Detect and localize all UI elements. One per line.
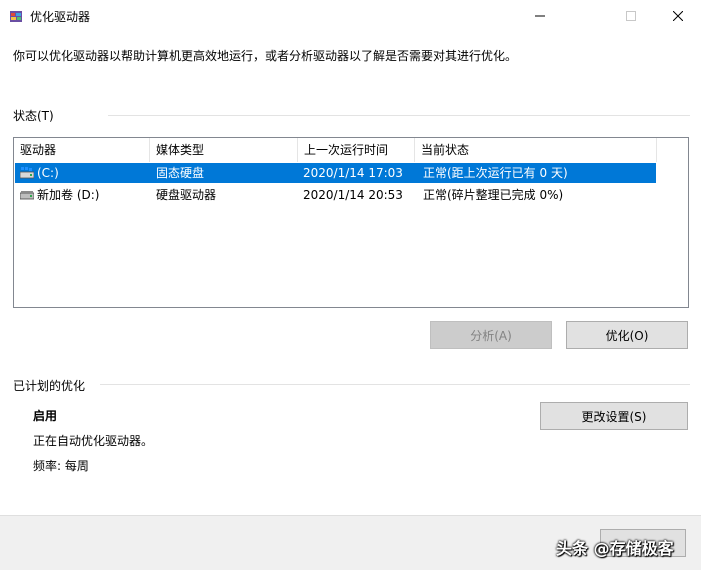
maximize-icon [626,10,636,21]
status-section-label: 状态(T) [13,109,54,123]
last-run-time: 2020/1/14 20:53 [303,188,403,202]
drive-row-c[interactable]: (C:) 固态硬盘 2020/1/14 17:03 正常(距上次运行已有 0 天… [15,163,656,183]
drive-name: (C:) [37,166,59,180]
window-title: 优化驱动器 [30,10,91,24]
intro-text: 你可以优化驱动器以帮助计算机更高效地运行，或者分析驱动器以了解是否需要对其进行优… [13,49,518,63]
close-icon [673,10,683,21]
minimize-icon [535,15,545,16]
drive-row-d[interactable]: 新加卷 (D:) 硬盘驱动器 2020/1/14 20:53 正常(碎片整理已完… [15,185,656,205]
column-header-last-run[interactable]: 上一次运行时间 [298,138,415,162]
schedule-status: 启用 [33,409,58,423]
media-type: 硬盘驱动器 [156,188,217,202]
ssd-drive-icon [20,167,34,179]
column-header-media-type[interactable]: 媒体类型 [150,138,298,162]
change-settings-button[interactable]: 更改设置(S) [540,402,688,430]
drive-name: 新加卷 (D:) [37,188,100,202]
schedule-description: 正在自动优化驱动器。 [33,434,154,448]
defrag-app-icon [10,11,22,22]
schedule-separator [100,384,690,385]
minimize-button[interactable] [517,0,563,31]
drive-list[interactable]: 驱动器 媒体类型 上一次运行时间 当前状态 (C:) 固态硬盘 2020/1/1… [13,137,689,308]
current-status: 正常(距上次运行已有 0 天) [423,166,568,180]
media-type: 固态硬盘 [156,166,205,180]
analyze-button[interactable]: 分析(A) [430,321,552,349]
close-window-button[interactable] [655,0,701,31]
watermark-text: 头条 @存储极客 [556,539,674,558]
current-status: 正常(碎片整理已完成 0%) [423,188,564,202]
last-run-time: 2020/1/14 17:03 [303,166,403,180]
schedule-frequency: 频率: 每周 [33,459,89,473]
hdd-drive-icon [20,191,34,200]
column-header-drive[interactable]: 驱动器 [14,138,150,162]
schedule-section-label: 已计划的优化 [13,379,86,393]
optimize-button[interactable]: 优化(O) [566,321,688,349]
maximize-button[interactable] [608,0,654,31]
column-header-current-status[interactable]: 当前状态 [415,138,657,162]
status-separator [108,115,690,116]
title-bar: 优化驱动器 [0,0,701,31]
